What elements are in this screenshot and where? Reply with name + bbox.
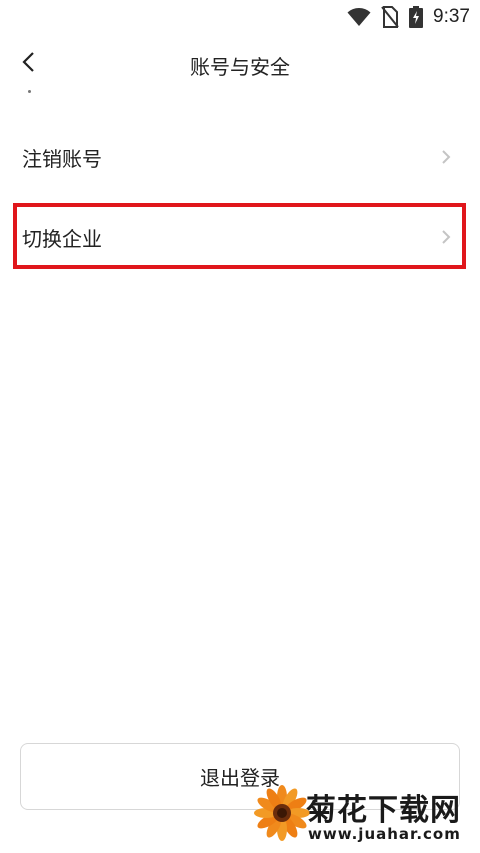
watermark-logo: 菊花下载网 www.juahar.com [254,785,474,849]
divider-dot [28,90,31,93]
watermark-title: 菊花下载网 [306,793,461,828]
nav-bar: 账号与安全 [0,34,480,94]
status-time: 9:37 [433,6,470,27]
page-title: 账号与安全 [190,55,290,79]
battery-charging-icon [409,6,424,28]
status-bar: 9:37 [0,0,480,34]
flower-icon [254,785,310,841]
status-icons: 9:37 [347,4,470,30]
list-item-cancel-account[interactable]: 注销账号 [0,117,480,197]
watermark-url: www.juahar.com [308,825,461,843]
wifi-icon [347,7,371,27]
chevron-right-icon [440,147,452,167]
highlight-box [13,203,466,269]
list-item-label: 注销账号 [22,146,102,171]
no-sim-icon [381,6,399,28]
